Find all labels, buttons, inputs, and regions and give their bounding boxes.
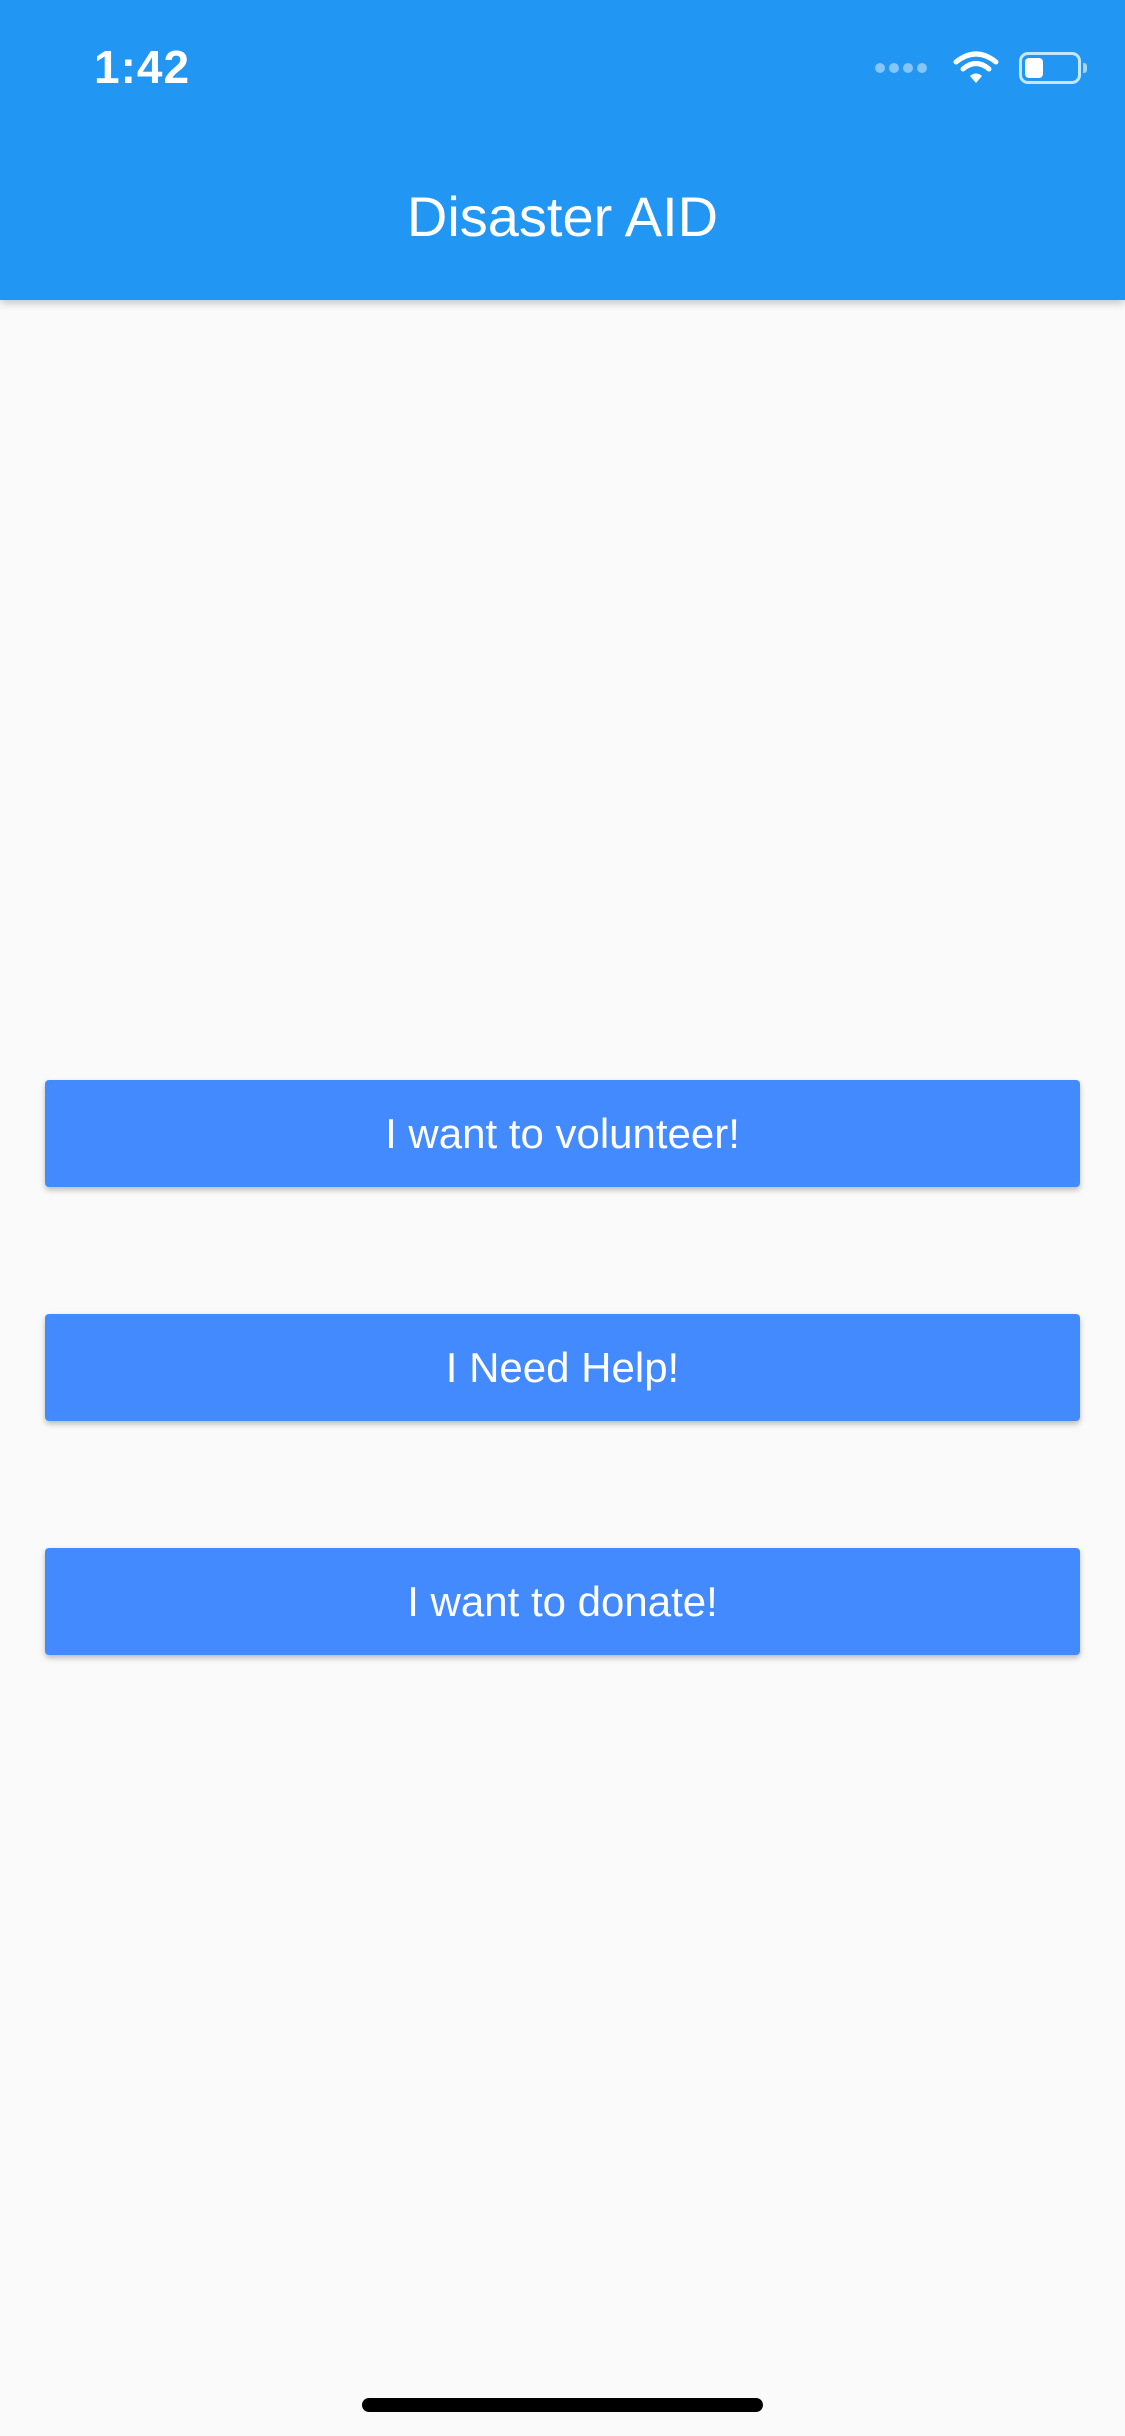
need-help-button[interactable]: I Need Help! — [45, 1314, 1080, 1421]
wifi-icon — [953, 51, 999, 83]
battery-icon — [1019, 52, 1087, 84]
volunteer-button[interactable]: I want to volunteer! — [45, 1080, 1080, 1187]
page-title: Disaster AID — [406, 185, 719, 248]
battery-level — [1025, 58, 1043, 78]
app-bar: 1:42 Disaster AID — [0, 0, 1125, 300]
home-indicator[interactable] — [362, 2398, 763, 2412]
signal-icon — [875, 63, 931, 73]
status-icons — [875, 48, 1087, 88]
donate-button[interactable]: I want to donate! — [45, 1548, 1080, 1655]
status-time: 1:42 — [94, 41, 191, 93]
